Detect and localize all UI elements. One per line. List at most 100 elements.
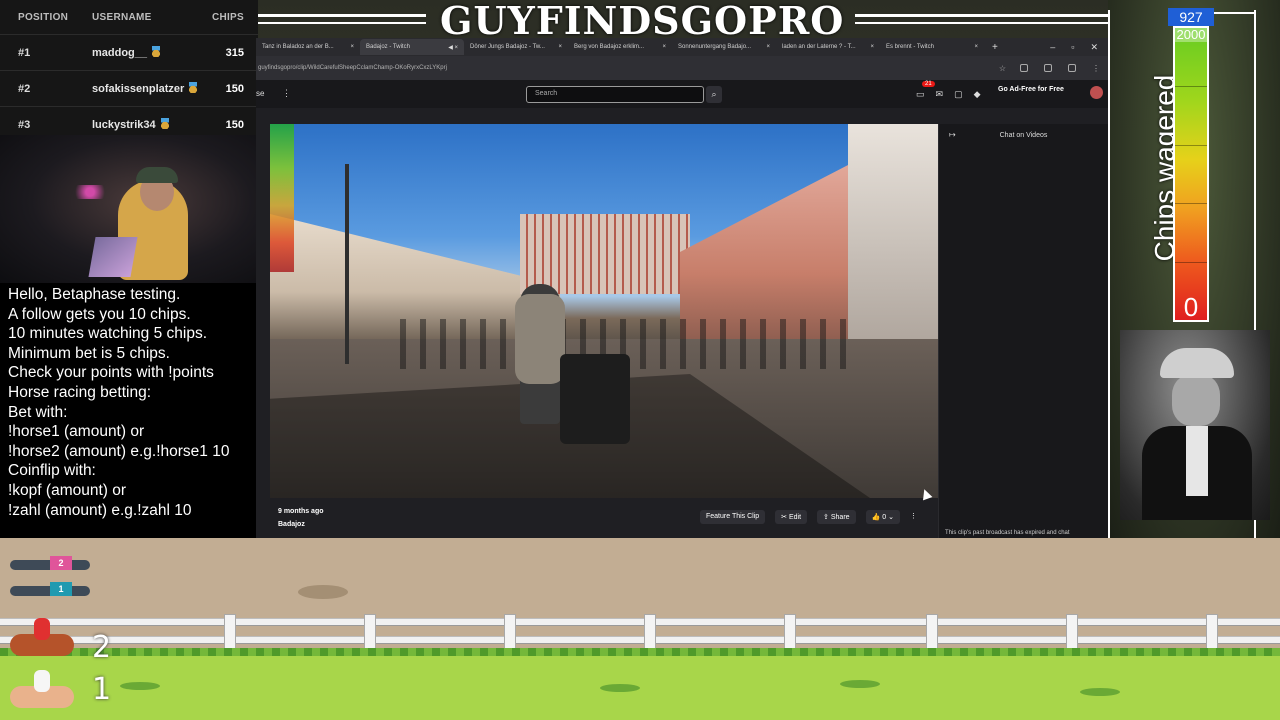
video-player[interactable] (270, 124, 938, 498)
close-icon[interactable]: × (870, 44, 874, 50)
video-info: 9 months ago Badajoz (278, 508, 324, 528)
meter-tick (1175, 261, 1207, 263)
avatar[interactable] (1090, 86, 1103, 99)
close-icon[interactable]: × (662, 44, 666, 50)
info-line: A follow gets you 10 chips. (8, 305, 191, 323)
greyhound-2: 2 (0, 554, 110, 576)
row-position: #3 (18, 118, 31, 131)
chat-icon[interactable]: ▢ (954, 89, 963, 100)
chat-panel: ↦ Chat on Videos This clip's past broadc… (938, 124, 1108, 538)
row-chips: 315 (225, 46, 244, 59)
old-film-clip (1120, 330, 1270, 520)
leaderboard-header: POSITION USERNAME CHIPS (0, 0, 258, 34)
meter-current-value: 927 (1168, 8, 1214, 26)
crown-icon[interactable]: ◆ (974, 89, 981, 100)
feature-clip-button[interactable]: Feature This Clip (700, 510, 766, 524)
meter-tick (1175, 144, 1207, 146)
browser-tab[interactable]: Döner Jungs Badajoz - Tw... × (464, 39, 568, 55)
maximize-icon[interactable]: ▫ (1071, 42, 1074, 53)
browser-tab[interactable]: Sonnenuntergang Badajo... × (672, 39, 776, 55)
tab-title: Badajoz - Twitch (366, 44, 410, 50)
leaderboard: POSITION USERNAME CHIPS #1 maddog__ 315 … (0, 0, 258, 135)
download-icon[interactable] (1020, 64, 1028, 72)
keyboard (88, 237, 138, 277)
ad-free-button[interactable]: Go Ad-Free for Free (998, 86, 1064, 93)
like-button[interactable]: 👍 0 ⌄ (865, 510, 900, 524)
meter-min-label: 0 (1183, 292, 1199, 322)
like-count: 0 (882, 514, 887, 521)
tab-title: Sonnenuntergang Badajo... (678, 44, 752, 50)
thumbs-up-icon: 👍 (871, 514, 883, 521)
close-icon[interactable]: × (974, 44, 978, 50)
chevron-down-icon: ⌄ (888, 514, 894, 521)
chat-expired-notice: This clip's past broadcast has expired a… (945, 530, 1070, 536)
grass-tuft (600, 684, 640, 692)
close-window-icon[interactable]: ✕ (1090, 42, 1098, 53)
header-position: POSITION (18, 11, 69, 23)
video-title[interactable]: Badajoz (278, 521, 324, 528)
webcam-lights (70, 185, 110, 199)
info-line: !kopf (amount) or (8, 481, 127, 499)
menu-icon[interactable]: ⋮ (1092, 64, 1100, 73)
username-text: luckystrik34 (92, 119, 156, 131)
whisper-icon[interactable]: ✉ (936, 89, 944, 100)
tab-title: Döner Jungs Badajoz - Tw... (470, 44, 545, 50)
browser-tab[interactable]: Es brennt - Twitch × (880, 39, 984, 55)
browser-tab[interactable]: laden an der Laterne ? - T... × (776, 39, 880, 55)
username-text: maddog__ (92, 47, 148, 59)
window-controls: – ▫ ✕ (1050, 42, 1108, 53)
browser-tab[interactable]: Tanz in Baladoz an der B... × (256, 39, 360, 55)
edit-button[interactable]: ✂ Edit (775, 510, 808, 524)
chat-header: Chat on Videos (999, 132, 1048, 139)
close-icon[interactable]: × (558, 44, 562, 50)
greyhound-number: 2 (50, 556, 72, 570)
share-button[interactable]: ⇪ Share (817, 510, 856, 524)
new-tab-icon[interactable]: + (992, 42, 998, 53)
grass-tuft (840, 680, 880, 688)
race-track: 2 1 2 1 (0, 538, 1280, 720)
lane-number: 2 (92, 630, 112, 665)
info-line: Hello, Betaphase testing. (8, 286, 181, 303)
greyhound-number: 1 (50, 582, 72, 596)
browser-window: Tanz in Baladoz an der B... × Badajoz - T… (256, 38, 1108, 538)
collapse-icon[interactable]: ↦ (949, 130, 956, 139)
scene-lamp (345, 164, 349, 364)
tab-title: Es brennt - Twitch (886, 44, 934, 50)
search-icon[interactable]: ⌕ (706, 86, 722, 103)
top-icons: ▭ ✉ ▢ ◆ (916, 89, 981, 100)
browser-tab-active[interactable]: Badajoz - Twitch ◀ × (360, 39, 464, 55)
more-icon[interactable]: ⋮ (282, 88, 291, 99)
close-icon[interactable]: × (766, 44, 770, 50)
notification-badge: 21 (922, 81, 935, 87)
more-options-icon[interactable]: ⋮ (910, 510, 917, 524)
star-icon[interactable]: ☆ (999, 64, 1006, 73)
profile-icon[interactable] (1068, 64, 1076, 72)
search-input[interactable]: Search (526, 86, 704, 103)
tab-title: Tanz in Baladoz an der B... (262, 44, 334, 50)
minimize-icon[interactable]: – (1050, 42, 1055, 53)
fence-rail-top (0, 618, 1280, 626)
info-line: !horse2 (amount) e.g.!horse1 10 (8, 442, 230, 460)
greyhound-1: 1 (0, 580, 110, 602)
extension-icon[interactable] (1044, 64, 1052, 72)
stream-layout: GUYFINDSGOPRO POSITION USERNAME CHIPS #1… (0, 0, 1280, 720)
grass-tuft (120, 682, 160, 690)
speaker-icon[interactable]: ◀ × (448, 44, 458, 51)
banner-line-left-2 (258, 22, 426, 24)
row-username: luckystrik34 (88, 118, 208, 131)
info-line: Check your points with !points (8, 364, 214, 382)
username-text: sofakissenplatzer (92, 83, 185, 95)
url-text[interactable]: guyfindsgopro/clip/WildCarefulSheepCclam… (258, 65, 999, 71)
mini-overlay-meter (270, 124, 294, 272)
medal-icon (160, 118, 169, 129)
tab-bar: Tanz in Baladoz an der B... × Badajoz - T… (256, 38, 1108, 56)
row-chips: 150 (225, 118, 244, 131)
close-icon[interactable]: × (350, 44, 354, 50)
header-chips: CHIPS (211, 11, 244, 23)
leaderboard-row: #2 sofakissenplatzer 150 (0, 70, 258, 106)
leaderboard-row: #1 maddog__ 315 (0, 34, 258, 70)
browser-tab[interactable]: Berg von Badajoz erklim... × (568, 39, 672, 55)
inbox-icon[interactable]: ▭ (916, 89, 925, 100)
address-bar[interactable]: guyfindsgopro/clip/WildCarefulSheepCclam… (256, 56, 1108, 80)
info-line: Minimum bet is 5 chips. (8, 344, 170, 362)
